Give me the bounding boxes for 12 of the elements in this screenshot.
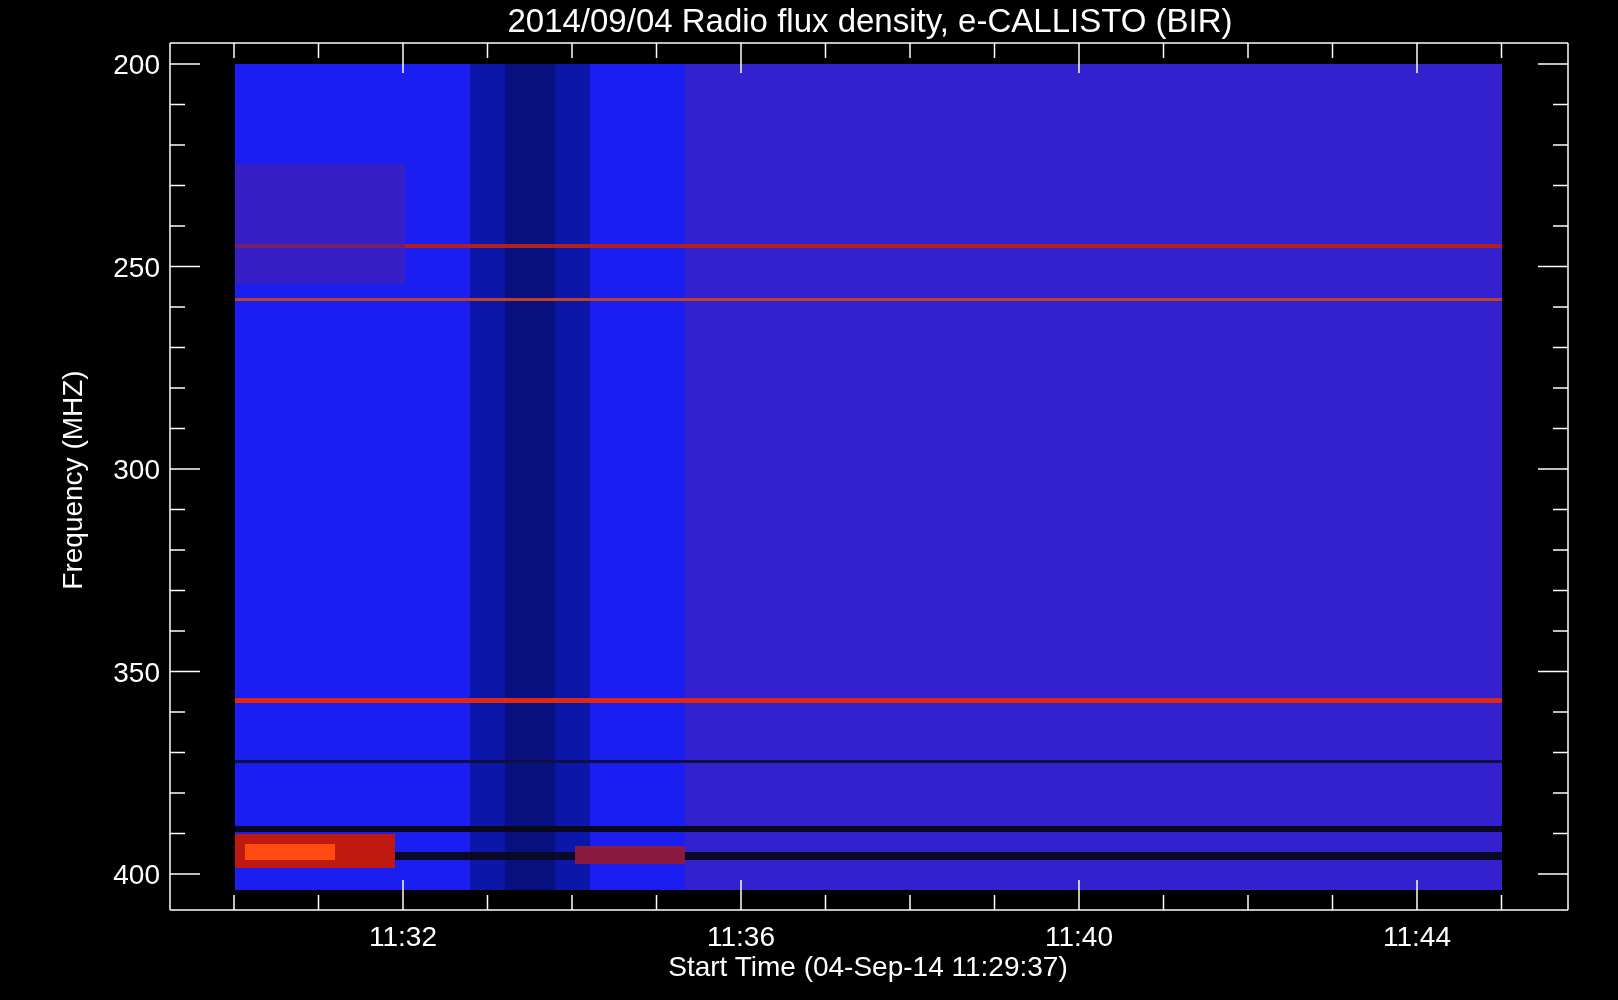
tick-label: 11:44 xyxy=(1383,921,1451,952)
tick-label: 250 xyxy=(113,251,160,283)
tick-label: 300 xyxy=(113,454,160,485)
chart-title: 2014/09/04 Radio flux density, e-CALLISTO (BIR) xyxy=(507,2,1233,39)
axis-title: Start Time (04-Sep-14 11:29:37) xyxy=(668,951,1068,982)
tick-label: 350 xyxy=(113,656,160,688)
tick-label: 11:32 xyxy=(369,921,437,952)
tick-label: 400 xyxy=(113,859,160,890)
tick-label: 11:36 xyxy=(707,921,775,952)
tick-label: 200 xyxy=(113,49,160,80)
tick-label: 11:40 xyxy=(1045,921,1113,952)
axis-title: Frequency (MHZ) xyxy=(57,370,88,590)
